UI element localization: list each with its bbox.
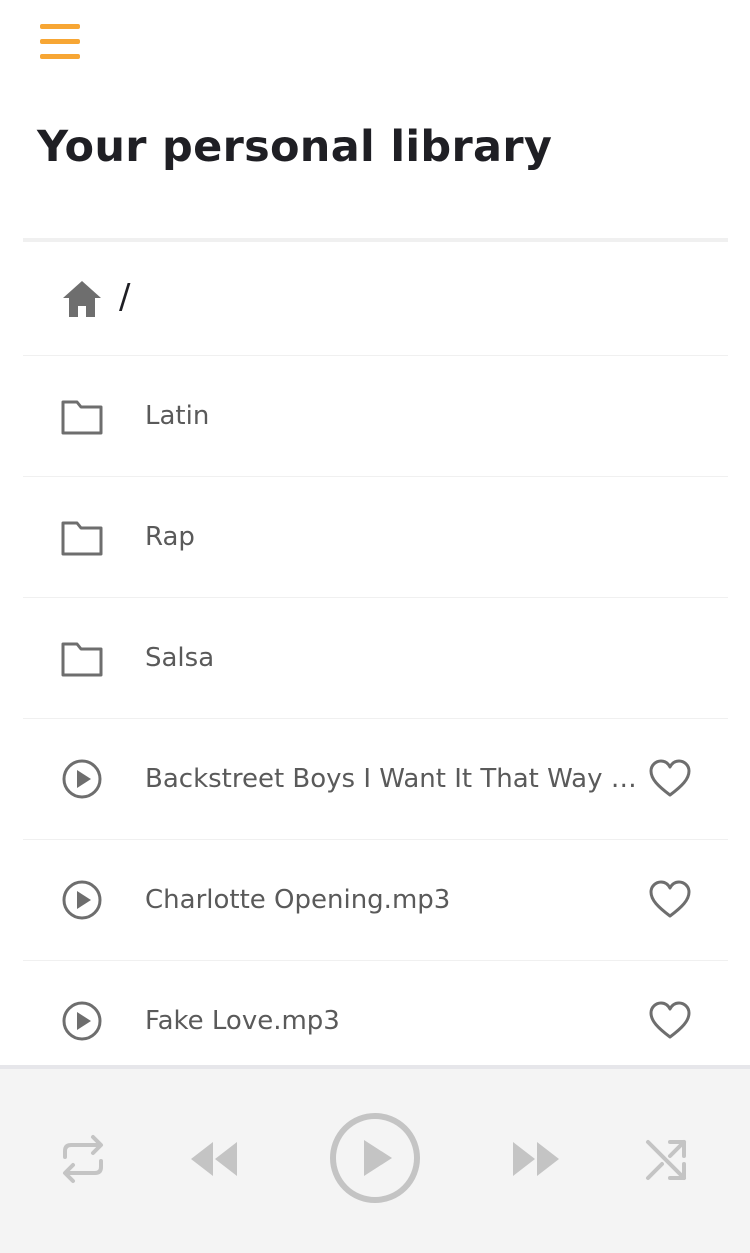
page-title: Your personal library bbox=[37, 122, 553, 172]
player-bar bbox=[0, 1065, 750, 1253]
play-circle-icon[interactable] bbox=[60, 757, 104, 801]
shuffle-icon bbox=[646, 1140, 686, 1180]
play-icon bbox=[330, 1113, 420, 1203]
heart-icon[interactable] bbox=[647, 1000, 693, 1042]
folder-item[interactable]: Latin bbox=[23, 356, 728, 477]
fast-forward-icon bbox=[513, 1142, 559, 1176]
play-button[interactable] bbox=[327, 1110, 423, 1206]
breadcrumb-path: / bbox=[119, 276, 131, 317]
folder-icon bbox=[60, 636, 104, 680]
hamburger-menu-icon-bar bbox=[40, 54, 80, 59]
rewind-button[interactable] bbox=[188, 1139, 240, 1179]
track-name: Fake Love.mp3 bbox=[145, 1006, 340, 1036]
hamburger-menu-icon-bar bbox=[40, 39, 80, 44]
breadcrumb: / bbox=[23, 242, 728, 356]
repeat-icon bbox=[63, 1135, 103, 1183]
play-circle-icon[interactable] bbox=[60, 999, 104, 1043]
track-item[interactable]: Backstreet Boys I Want It That Way (Offi… bbox=[23, 719, 728, 840]
menu-button[interactable] bbox=[38, 22, 82, 62]
library-list: / Latin Rap Salsa Backstreet Boys I Want… bbox=[23, 238, 728, 1082]
heart-icon[interactable] bbox=[647, 879, 693, 921]
folder-icon bbox=[60, 394, 104, 438]
track-item[interactable]: Charlotte Opening.mp3 bbox=[23, 840, 728, 961]
heart-icon[interactable] bbox=[647, 758, 693, 800]
folder-icon bbox=[60, 515, 104, 559]
folder-item[interactable]: Salsa bbox=[23, 598, 728, 719]
track-name: Backstreet Boys I Want It That Way (Offi… bbox=[145, 764, 645, 794]
folder-item[interactable]: Rap bbox=[23, 477, 728, 598]
fast-forward-button[interactable] bbox=[510, 1139, 562, 1179]
hamburger-menu-icon bbox=[40, 24, 80, 29]
repeat-button[interactable] bbox=[58, 1132, 108, 1186]
play-circle-icon[interactable] bbox=[60, 878, 104, 922]
shuffle-button[interactable] bbox=[643, 1133, 693, 1185]
track-name: Charlotte Opening.mp3 bbox=[145, 885, 451, 915]
home-icon[interactable] bbox=[60, 277, 104, 321]
rewind-icon bbox=[191, 1142, 237, 1176]
folder-name: Rap bbox=[145, 522, 195, 552]
track-item[interactable]: Fake Love.mp3 bbox=[23, 961, 728, 1082]
folder-name: Latin bbox=[145, 401, 210, 431]
folder-name: Salsa bbox=[145, 643, 215, 673]
